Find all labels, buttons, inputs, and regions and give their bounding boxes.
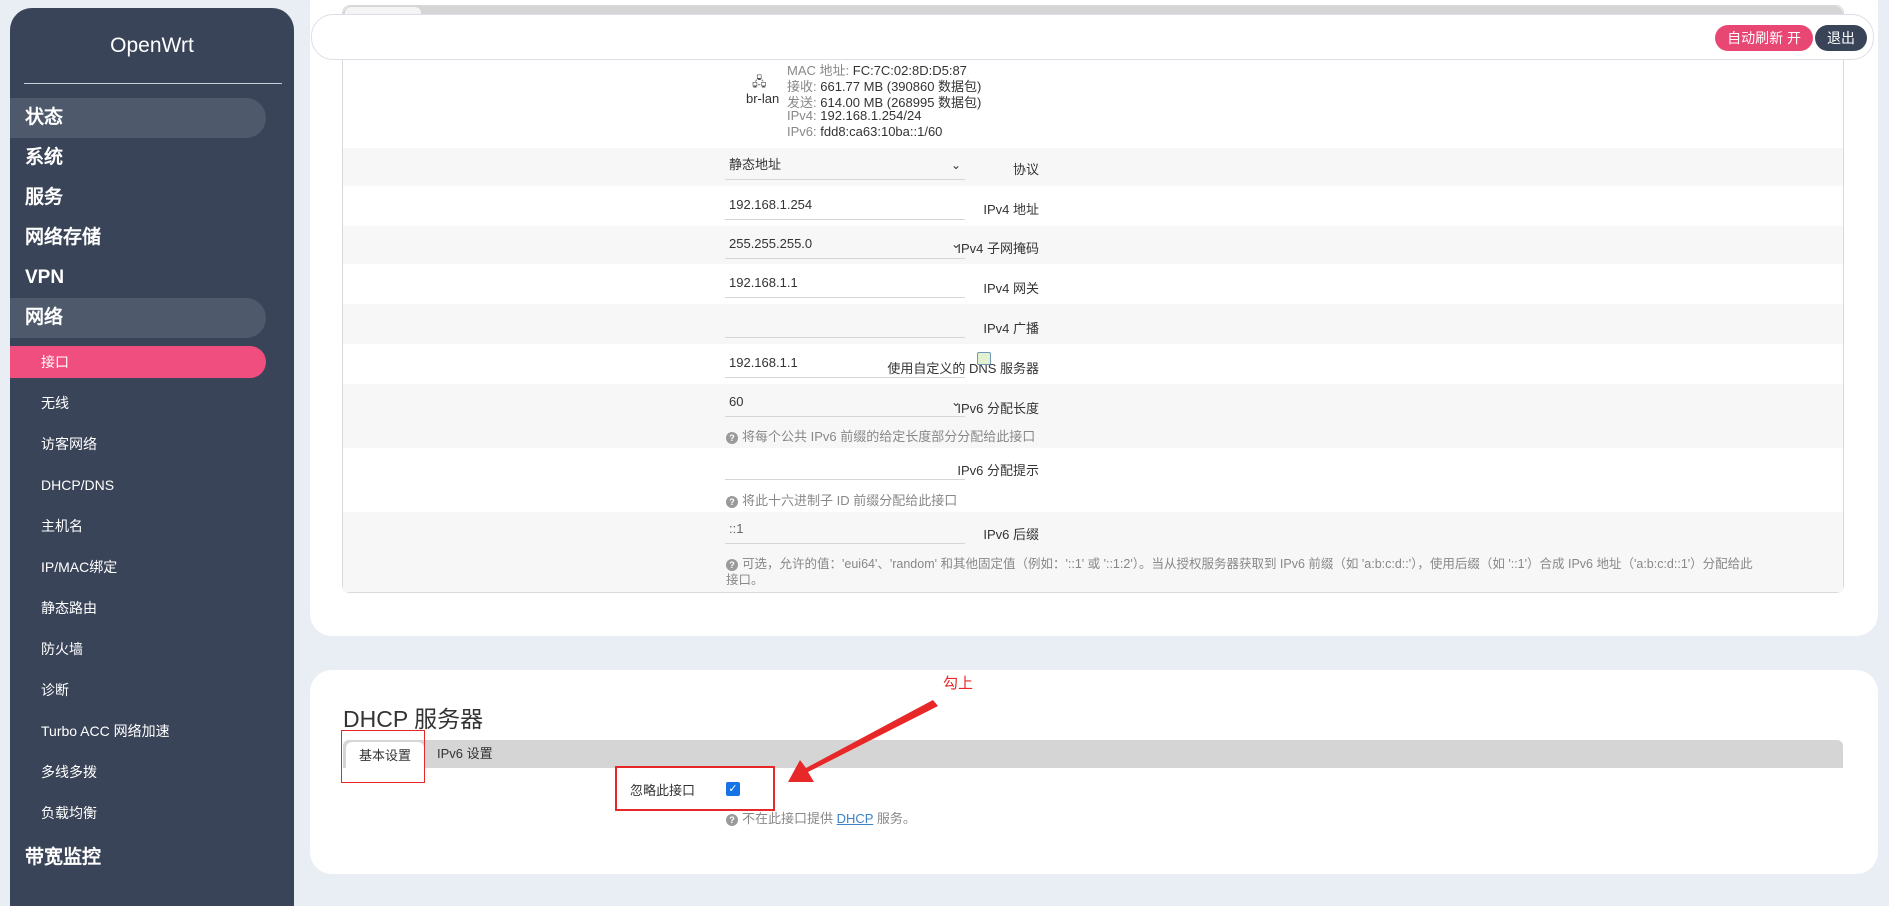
annotation-highlight-checkbox (615, 766, 775, 811)
device-ipv6-key: IPv6: (787, 124, 817, 139)
sidebar-item-bandwidth-monitor[interactable]: 带宽监控 (10, 838, 266, 878)
ipv6-assign-length-help: ? 将每个公共 IPv6 前缀的给定长度部分分配给此接口 (726, 426, 1035, 445)
ipv6-suffix-row: IPv6 后缀 ::1 ? 可选，允许的值：'eui64'、'random' 和其… (343, 512, 1843, 592)
sidebar-subitem-interfaces[interactable]: 接口 (10, 346, 266, 378)
ipv4-netmask-row: IPv4 子网掩码 255.255.255.0 ⌄ (343, 226, 1843, 264)
help-icon: ? (726, 432, 738, 444)
sidebar-subitem-multiwan[interactable]: 多线多拨 (10, 756, 266, 788)
help-icon: ? (726, 496, 738, 508)
ipv6-suffix-help: ? 可选，允许的值：'eui64'、'random' 和其他固定值（例如：'::1… (726, 553, 1753, 572)
dns-row: 使用自定义的 DNS 服务器 192.168.1.1 (343, 344, 1843, 384)
ipv6-assign-length-row: IPv6 分配长度 60 ⌄ ? 将每个公共 IPv6 前缀的给定长度部分分配给此… (343, 384, 1843, 448)
logout-button[interactable]: 退出 (1815, 25, 1867, 51)
annotation-text: 勾上 (943, 675, 974, 692)
sidebar-item-services[interactable]: 服务 (10, 178, 266, 218)
ipv4-netmask-value: 255.255.255.0 (729, 236, 813, 251)
brand-logo[interactable]: OpenWrt (10, 34, 294, 64)
device-ipv6-line: IPv6: fdd8:ca63:10ba::1/60 (787, 124, 942, 139)
dns-input[interactable]: 192.168.1.1 (725, 348, 965, 378)
sidebar-subitem-guest-network[interactable]: 访客网络 (10, 428, 266, 460)
device-ipv4-line: IPv4: 192.168.1.254/24 (787, 108, 921, 123)
auto-refresh-button[interactable]: 自动刷新 开 (1715, 25, 1813, 51)
ipv4-broadcast-input[interactable] (725, 308, 965, 338)
protocol-value: 静态地址 (729, 157, 782, 172)
ipv6-assign-length-select[interactable]: 60 ⌄ (725, 387, 965, 417)
ipv6-suffix-help-cont: 接口。 (726, 573, 764, 587)
sidebar-item-system[interactable]: 系统 (10, 138, 266, 178)
ipv4-broadcast-row: IPv4 广播 (343, 304, 1843, 344)
help-icon: ? (726, 814, 738, 826)
ipv6-suffix-help-text: 可选，允许的值：'eui64'、'random' 和其他固定值（例如：'::1'… (742, 557, 1753, 571)
protocol-label: 协议 (1012, 162, 1039, 177)
sidebar-subitem-turbo-acc[interactable]: Turbo ACC 网络加速 (10, 715, 266, 747)
chevron-down-icon: ⌄ (950, 158, 961, 172)
device-name: br-lan (746, 91, 780, 106)
sidebar: OpenWrt 状态 系统 服务 网络存储 VPN 网络 接口 无线 访客网络 … (10, 8, 294, 906)
ipv6-assign-hint-label: IPv6 分配提示 (957, 463, 1039, 478)
ipv4-netmask-select[interactable]: 255.255.255.0 ⌄ (725, 229, 965, 259)
sidebar-subitem-firewall[interactable]: 防火墙 (10, 633, 266, 665)
ipv6-assign-hint-help: ? 将此十六进制子 ID 前缀分配给此接口 (726, 490, 957, 509)
top-bar: 自动刷新 开 退出 (311, 14, 1874, 60)
sidebar-item-vpn[interactable]: VPN (10, 258, 266, 298)
device-ipv6: fdd8:ca63:10ba::1/60 (820, 124, 943, 139)
ignore-help-post: 服务。 (873, 811, 916, 826)
protocol-row: 协议 静态地址 ⌄ (343, 148, 1843, 186)
annotation-highlight-tab (341, 730, 425, 783)
ipv6-suffix-label: IPv6 后缀 (983, 527, 1039, 542)
ipv6-assign-length-help-text: 将每个公共 IPv6 前缀的给定长度部分分配给此接口 (742, 429, 1036, 444)
sidebar-subitem-static-routes[interactable]: 静态路由 (10, 592, 266, 624)
ipv6-assign-length-value: 60 (729, 394, 744, 409)
dhcp-link[interactable]: DHCP (837, 811, 874, 826)
ipv6-assign-hint-row: IPv6 分配提示 ? 将此十六进制子 ID 前缀分配给此接口 (343, 448, 1843, 512)
brand-divider (24, 83, 282, 84)
ipv4-gateway-row: IPv4 网关 192.168.1.1 (343, 264, 1843, 304)
ipv6-assign-hint-input[interactable] (725, 450, 965, 480)
sidebar-item-status[interactable]: 状态 (10, 98, 266, 138)
sidebar-subitem-ip-mac-binding[interactable]: IP/MAC绑定 (10, 551, 266, 583)
sidebar-item-network[interactable]: 网络 (10, 298, 266, 338)
ipv4-address-row: IPv4 地址 192.168.1.254 (343, 186, 1843, 226)
dhcp-tab-bar (343, 740, 1843, 768)
ipv4-broadcast-label: IPv4 广播 (983, 321, 1039, 336)
ipv4-gateway-input[interactable]: 192.168.1.1 (725, 268, 965, 298)
sidebar-subitem-hostnames[interactable]: 主机名 (10, 510, 266, 542)
ipv4-address-input[interactable]: 192.168.1.254 (725, 190, 965, 220)
sidebar-item-nas[interactable]: 网络存储 (10, 218, 266, 258)
ipv6-suffix-input[interactable]: ::1 (725, 514, 965, 544)
sidebar-subitem-diagnostics[interactable]: 诊断 (10, 674, 266, 706)
annotation-arrow-icon (788, 700, 938, 782)
ignore-interface-help: ? 不在此接口提供 DHCP 服务。 (726, 808, 916, 827)
dhcp-section-title: DHCP 服务器 (343, 706, 484, 732)
chevron-down-icon: ⌄ (950, 237, 961, 251)
ipv4-address-label: IPv4 地址 (983, 202, 1039, 217)
ipv6-assign-length-label: IPv6 分配长度 (957, 401, 1039, 416)
protocol-select[interactable]: 静态地址 ⌄ (725, 150, 965, 180)
tab-ipv6-settings[interactable]: IPv6 设置 (424, 740, 506, 768)
sidebar-subitem-load-balance[interactable]: 负载均衡 (10, 797, 266, 829)
sidebar-subitem-wireless[interactable]: 无线 (10, 387, 266, 419)
ignore-help-pre: 不在此接口提供 (742, 811, 837, 826)
device-ipv4: 192.168.1.254/24 (820, 108, 922, 123)
ipv6-assign-hint-help-text: 将此十六进制子 ID 前缀分配给此接口 (742, 493, 958, 508)
dhcp-server-card (310, 670, 1878, 874)
ipv4-netmask-label: IPv4 子网掩码 (957, 241, 1039, 256)
device-ipv4-key: IPv4: (787, 108, 817, 123)
ipv4-gateway-label: IPv4 网关 (983, 281, 1039, 296)
add-dns-icon[interactable] (977, 352, 991, 365)
sidebar-subitem-dhcp-dns[interactable]: DHCP/DNS (10, 469, 266, 501)
chevron-down-icon: ⌄ (950, 395, 961, 409)
